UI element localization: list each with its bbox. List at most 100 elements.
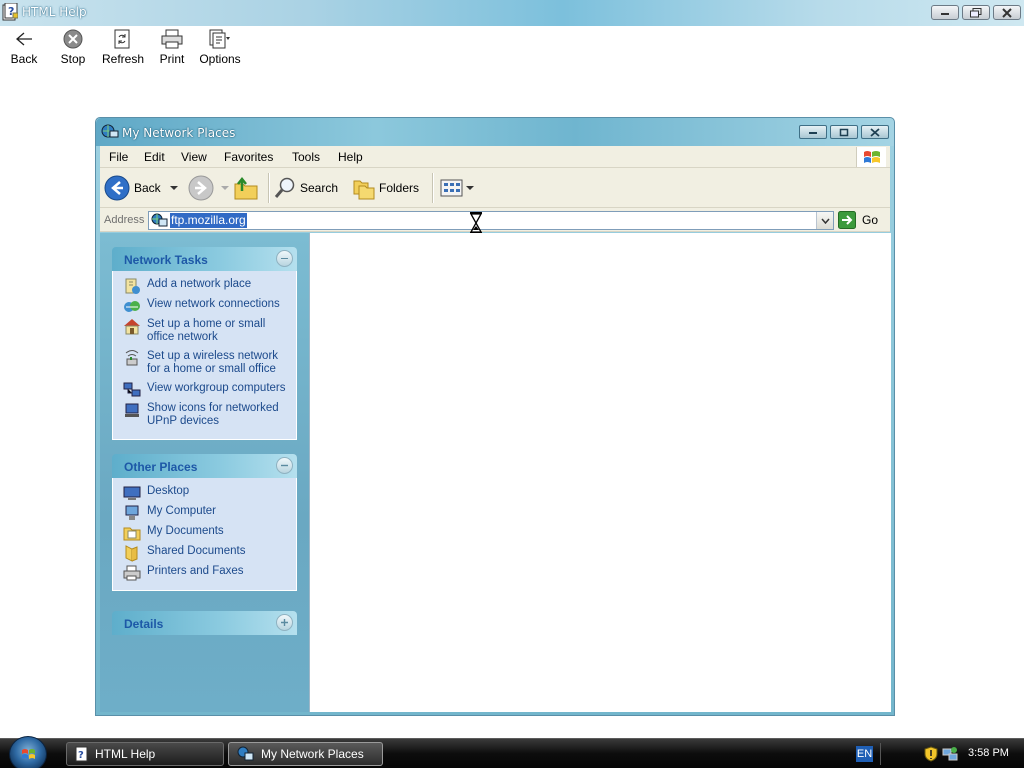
details-header[interactable]: Details [112, 611, 297, 635]
task-pane: Network Tasks Add a network place View n… [100, 233, 309, 712]
chevron-down-icon [820, 218, 830, 224]
shared-documents-icon [125, 545, 138, 562]
explorer-titlebar[interactable]: My Network Places [96, 118, 894, 146]
address-label: Address [104, 214, 145, 226]
address-input[interactable]: ftp.mozilla.org [148, 211, 834, 230]
add-network-place-icon [125, 278, 140, 294]
toolbar-separator [268, 173, 269, 203]
network-places-icon [101, 124, 119, 138]
explorer-back-button[interactable]: Back [104, 174, 179, 202]
help-print-button[interactable]: Print [158, 28, 186, 66]
other-places-header[interactable]: Other Places [112, 454, 297, 478]
start-button[interactable] [9, 736, 47, 768]
chevron-down-icon [221, 186, 229, 190]
collapse-button[interactable] [276, 250, 293, 267]
explorer-close-button[interactable] [861, 125, 889, 139]
taskbar: ? HTML Help My Network Places EN 3:58 PM [0, 736, 1024, 768]
place-my-documents[interactable]: My Documents [113, 524, 296, 544]
help-back-label: Back [10, 52, 38, 66]
network-tasks-title: Network Tasks [124, 253, 208, 267]
file-list-area[interactable] [309, 233, 891, 712]
back-arrow-icon [16, 32, 32, 46]
network-tasks-group: Network Tasks Add a network place View n… [112, 247, 297, 440]
place-desktop[interactable]: Desktop [113, 484, 296, 504]
help-minimize-button[interactable] [931, 5, 959, 20]
my-computer-icon [125, 505, 139, 520]
task-wireless-network[interactable]: Set up a wireless network for a home or … [113, 349, 296, 381]
help-options-button[interactable]: Options [199, 28, 241, 66]
expand-icon [281, 619, 288, 626]
task-upnp-devices[interactable]: Show icons for networked UPnP devices [113, 401, 296, 433]
windows-flag-icon [22, 749, 35, 759]
place-my-computer[interactable]: My Computer [113, 504, 296, 524]
views-icon [440, 179, 463, 197]
printer-icon [161, 29, 183, 49]
menu-help[interactable]: Help [338, 150, 363, 164]
taskbar-button-html-help[interactable]: ? HTML Help [66, 742, 224, 766]
search-button[interactable]: Search [274, 174, 338, 202]
collapse-button[interactable] [276, 457, 293, 474]
help-close-button[interactable] [993, 5, 1021, 20]
tray-separator [880, 743, 881, 765]
help-window-titlebar[interactable]: ? HTML Help [0, 0, 1024, 26]
network-tray-icon[interactable] [942, 746, 958, 762]
expand-button[interactable] [276, 614, 293, 631]
explorer-minimize-button[interactable] [799, 125, 827, 139]
close-icon [870, 127, 880, 137]
help-refresh-label: Refresh [101, 52, 145, 66]
task-add-network-place[interactable]: Add a network place [113, 277, 296, 297]
taskbar-button-my-network-places[interactable]: My Network Places [228, 742, 383, 766]
help-stop-button[interactable]: Stop [57, 28, 89, 66]
menu-edit[interactable]: Edit [144, 150, 165, 164]
place-printers-faxes[interactable]: Printers and Faxes [113, 564, 296, 584]
language-indicator[interactable]: EN [856, 746, 873, 762]
go-button[interactable]: Go [838, 210, 878, 230]
toolbar-separator [432, 173, 433, 203]
menu-favorites[interactable]: Favorites [224, 150, 273, 164]
security-shield-icon[interactable] [924, 746, 938, 762]
refresh-icon [114, 29, 130, 49]
task-workgroup-computers[interactable]: View workgroup computers [113, 381, 296, 401]
menu-tools[interactable]: Tools [292, 150, 320, 164]
back-circle-icon [104, 175, 130, 201]
up-folder-button[interactable] [232, 174, 260, 202]
menu-view[interactable]: View [181, 150, 207, 164]
clock[interactable]: 3:58 PM [968, 747, 1009, 759]
help-refresh-button[interactable]: Refresh [102, 28, 144, 66]
place-shared-documents[interactable]: Shared Documents [113, 544, 296, 564]
restore-icon [970, 7, 982, 17]
go-label: Go [862, 213, 879, 227]
task-view-network-connections[interactable]: View network connections [113, 297, 296, 317]
task-home-network[interactable]: Set up a home or small office network [113, 317, 296, 349]
minimize-icon [941, 12, 949, 15]
hourglass-cursor-icon [469, 212, 483, 234]
help-toolbar: Back Stop Refresh Print Options [0, 26, 1024, 66]
collapse-icon [281, 464, 288, 467]
search-icon [274, 177, 295, 198]
minimize-icon [809, 132, 817, 134]
network-places-icon [151, 213, 168, 227]
explorer-forward-button[interactable] [188, 174, 230, 202]
desktop-icon [123, 486, 141, 500]
details-title: Details [124, 617, 164, 631]
close-icon [1002, 7, 1012, 18]
address-dropdown-button[interactable] [816, 212, 833, 229]
chevron-down-icon [466, 186, 474, 190]
explorer-maximize-button[interactable] [830, 125, 858, 139]
search-label: Search [300, 181, 339, 195]
help-restore-button[interactable] [962, 5, 990, 20]
windows-logo [856, 147, 886, 167]
folders-button[interactable]: Folders [352, 174, 419, 202]
address-bar: Address ftp.mozilla.org Go [100, 208, 890, 232]
network-places-icon [237, 746, 254, 761]
menu-file[interactable]: File [109, 150, 128, 164]
help-app-icon: ? [75, 746, 88, 762]
other-places-title: Other Places [124, 460, 198, 474]
help-back-button[interactable]: Back [8, 28, 40, 66]
upnp-devices-icon [125, 403, 139, 417]
chevron-down-icon [169, 186, 178, 190]
network-tasks-header[interactable]: Network Tasks [112, 247, 297, 271]
details-group: Details [112, 611, 297, 635]
views-button[interactable] [440, 174, 474, 202]
explorer-back-label: Back [134, 181, 161, 195]
